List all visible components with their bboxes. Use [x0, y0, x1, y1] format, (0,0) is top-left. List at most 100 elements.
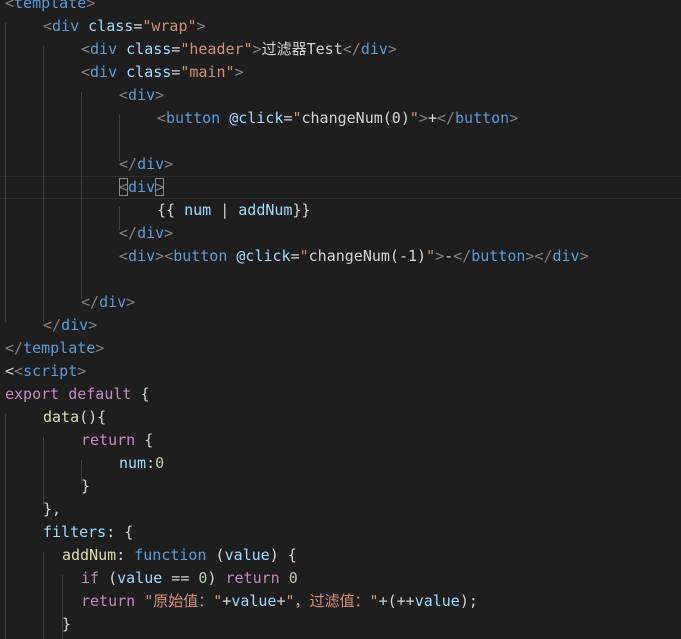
code-token: div	[128, 247, 156, 265]
code-token: {{	[157, 201, 185, 219]
code-token: div	[552, 247, 580, 265]
code-token: >	[234, 63, 244, 81]
code-line[interactable]: <div class="main">	[5, 61, 244, 84]
code-token: script	[23, 362, 78, 380]
code-line[interactable]: <div class="wrap">	[5, 15, 206, 38]
code-token: button	[471, 247, 526, 265]
code-line[interactable]: </div>	[5, 153, 173, 176]
code-line[interactable]: }	[5, 475, 90, 498]
code-token: :	[116, 546, 135, 564]
code-token: <	[5, 0, 15, 12]
code-line[interactable]: <div>	[5, 84, 164, 107]
code-token: |	[211, 201, 239, 219]
code-line[interactable]: </template>	[5, 337, 104, 360]
code-token: changeNum(-1)	[308, 247, 427, 265]
code-token: "header"	[180, 40, 253, 58]
code-token: =	[133, 17, 143, 35]
code-line[interactable]: },	[5, 498, 61, 521]
code-token: +	[427, 109, 437, 127]
code-line[interactable]: <button @click="changeNum(0)">+</button>	[5, 107, 518, 130]
code-token: num	[119, 454, 147, 472]
code-token: if	[81, 569, 100, 587]
code-token: +(++	[378, 592, 415, 610]
code-token: <	[5, 362, 15, 380]
code-token: num	[184, 201, 212, 219]
code-token: 0	[288, 569, 298, 587]
code-token: button	[455, 109, 510, 127]
code-token: </	[119, 155, 138, 173]
code-token: class	[126, 63, 172, 81]
code-token: div	[360, 40, 388, 58]
code-token: @click	[229, 109, 284, 127]
code-line[interactable]: data(){	[5, 406, 106, 429]
code-line[interactable]: <div class="header">过滤器Test</div>	[5, 38, 397, 61]
code-line[interactable]: addNum: function (value) {	[5, 544, 297, 567]
code-line[interactable]: </div>	[5, 314, 97, 337]
code-token: return	[81, 592, 136, 610]
code-token: "main"	[180, 63, 235, 81]
code-token: "wrap"	[142, 17, 197, 35]
code-token: button	[173, 247, 228, 265]
code-token: <	[119, 86, 129, 104]
code-token: </	[43, 316, 62, 334]
code-line[interactable]: <div><button @click="changeNum(-1)">-</b…	[5, 245, 589, 268]
code-token: >	[252, 40, 262, 58]
code-token: export	[5, 385, 60, 403]
code-token: >	[509, 109, 519, 127]
code-line[interactable]: num:0	[5, 452, 164, 475]
code-token: "	[409, 109, 419, 127]
code-token: div	[137, 224, 165, 242]
code-token: >	[88, 316, 98, 334]
code-token: "原始值："	[144, 592, 223, 610]
code-line[interactable]: return "原始值："+value+"，过滤值："+(++value);	[5, 590, 478, 613]
code-token: >	[164, 155, 174, 173]
code-line[interactable]: }	[5, 613, 71, 636]
code-token: button	[166, 109, 221, 127]
code-token: div	[128, 86, 156, 104]
code-token: }	[81, 477, 91, 495]
code-token: +	[276, 592, 286, 610]
code-token: div	[128, 178, 156, 196]
code-line[interactable]: {{ num | addNum}}	[5, 199, 311, 222]
code-line[interactable]: if (value == 0) return 0	[5, 567, 298, 590]
code-token: },	[43, 500, 62, 518]
code-token: </	[342, 40, 361, 58]
code-token: >	[155, 86, 165, 104]
code-line[interactable]: <<script>	[5, 360, 86, 383]
code-line[interactable]: <div>	[5, 176, 165, 199]
code-token: <	[119, 247, 129, 265]
code-token: <	[14, 362, 24, 380]
code-line[interactable]: <template>	[5, 0, 95, 15]
code-token: <	[81, 40, 91, 58]
code-token: >	[196, 17, 206, 35]
code-line[interactable]: return {	[5, 429, 153, 452]
code-token: </	[5, 339, 24, 357]
code-token: "	[292, 109, 302, 127]
code-token: >	[86, 0, 96, 12]
code-token: 过滤器Test	[261, 40, 343, 58]
code-token: +	[222, 592, 232, 610]
code-token: data	[43, 408, 80, 426]
code-token: {	[131, 385, 150, 403]
code-token: class	[88, 17, 134, 35]
code-token: =	[290, 247, 300, 265]
code-line[interactable]: </div>	[5, 222, 173, 245]
code-token: <	[157, 109, 167, 127]
code-token: 0	[155, 454, 165, 472]
code-line[interactable]: filters: {	[5, 521, 133, 544]
code-token: addNum	[238, 201, 293, 219]
code-line[interactable]: export default {	[5, 383, 150, 406]
code-token: filters	[43, 523, 107, 541]
code-line[interactable]: </div>	[5, 291, 135, 314]
code-editor[interactable]: <template> <div class="wrap"> <div class="…	[0, 0, 681, 639]
code-token: return	[225, 569, 280, 587]
code-token: "，过滤值："	[285, 592, 379, 610]
code-token: {	[135, 431, 154, 449]
code-token: div	[90, 40, 118, 58]
